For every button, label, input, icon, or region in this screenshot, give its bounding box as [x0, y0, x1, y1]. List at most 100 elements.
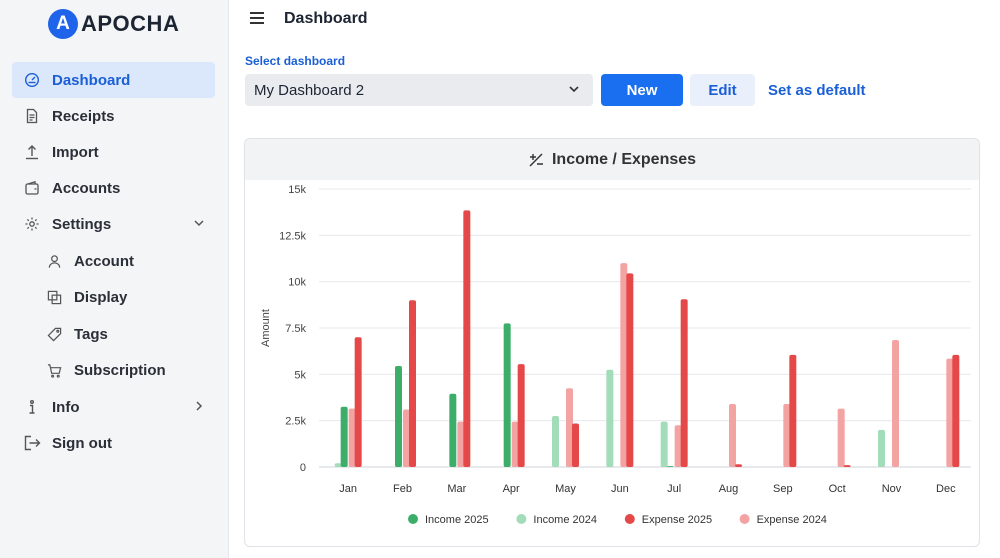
sidebar-item-label: Account [74, 252, 134, 270]
bar-expense-2025-jun [626, 273, 634, 467]
bar-expense-2024-oct [837, 408, 845, 467]
sidebar-item-label: Settings [52, 215, 112, 233]
logo-icon: A [48, 9, 78, 39]
sidebar-item-label: Sign out [52, 434, 112, 452]
chevron-right-icon [193, 400, 205, 415]
sidebar-item-tags[interactable]: Tags [12, 316, 215, 352]
bar-expense-2025-may [572, 423, 579, 467]
bar-income-2024-may [552, 416, 559, 467]
legend-marker-expense-2025 [624, 514, 635, 524]
bar-expense-2024-nov [892, 340, 899, 467]
x-tick-label: Dec [936, 483, 956, 495]
sidebar-item-display[interactable]: Display [12, 279, 215, 315]
legend-marker-expense-2024 [739, 514, 750, 524]
income-expenses-card: Income / Expenses 0 2.5k 5k 7.5k 10k 12.5k 15k… [244, 138, 980, 547]
bar-expense-2024-feb [403, 409, 410, 467]
legend-marker-income-2025 [408, 514, 418, 524]
sidebar-item-dashboard[interactable]: Dashboard [12, 62, 215, 98]
display-icon [34, 290, 74, 305]
bar-expense-2024-dec [946, 358, 954, 467]
x-tick-label: Jul [667, 483, 681, 495]
y-tick-label: 10k [288, 277, 306, 289]
bar-income-2024-jul [660, 421, 668, 467]
sidebar-item-label: Info [52, 398, 80, 416]
info-icon [12, 399, 52, 415]
dashboard-select-value: My Dashboard 2 [254, 81, 365, 99]
new-dashboard-button[interactable]: New [601, 74, 683, 106]
chevron-down-icon [567, 82, 581, 100]
bar-expense-2024-jan [348, 408, 356, 467]
bar-income-2024-jun [606, 369, 614, 467]
logo-text: APOCHA [81, 11, 180, 36]
bar-expense-2025-jan [354, 337, 362, 467]
sidebar-item-settings[interactable]: Settings [12, 206, 215, 242]
y-axis-label: Amount [260, 309, 272, 347]
bar-expense-2024-aug [729, 403, 736, 467]
x-tick-label: Oct [829, 483, 846, 495]
bar-expense-2025-aug [735, 464, 742, 467]
sidebar-item-account[interactable]: Account [12, 243, 215, 279]
edit-dashboard-button[interactable]: Edit [690, 74, 755, 106]
gear-icon [12, 216, 52, 232]
sidebar-item-label: Receipts [52, 107, 115, 125]
bar-income-2025-feb [395, 365, 402, 467]
bar-income-2025-jan [340, 406, 348, 467]
dashboard-select[interactable]: My Dashboard 2 [245, 74, 593, 106]
bar-expense-2025-jul [680, 299, 688, 467]
y-tick-label: 2.5k [285, 416, 306, 428]
app-logo[interactable]: A APOCHA [48, 9, 179, 39]
bar-expense-2024-jun [620, 263, 628, 467]
sidebar-item-label: Display [74, 288, 128, 306]
page-title: Dashboard [284, 10, 368, 27]
sidebar-item-subscription[interactable]: Subscription [12, 352, 215, 388]
bar-expense-2025-dec [952, 354, 960, 467]
legend-label-income-2025: Income 2025 [425, 514, 489, 526]
x-tick-label: Nov [882, 483, 902, 495]
tag-icon [34, 327, 74, 342]
bar-income-2025-mar [449, 393, 457, 467]
sidebar-item-import[interactable]: Import [12, 134, 215, 170]
bar-expense-2024-apr [511, 421, 519, 467]
bar-expense-2024-sep [783, 403, 791, 467]
bar-expense-2025-sep [789, 354, 797, 467]
x-tick-label: Aug [719, 483, 739, 495]
menu-icon[interactable] [250, 12, 264, 24]
bar-expense-2024-jul [674, 425, 682, 467]
user-icon [34, 254, 74, 269]
sign-out-icon [12, 435, 52, 451]
set-default-button[interactable]: Set as default [768, 74, 866, 106]
sidebar-item-receipts[interactable]: Receipts [12, 98, 215, 134]
bar-income-2025-jul [666, 466, 674, 467]
legend-label-income-2024: Income 2024 [533, 514, 597, 526]
top-bar: Dashboard [230, 0, 1000, 40]
x-tick-label: Jun [611, 483, 629, 495]
bar-expense-2024-mar [457, 421, 465, 467]
sidebar-item-label: Subscription [74, 361, 166, 379]
receipt-icon [12, 108, 52, 124]
sidebar-item-sign-out[interactable]: Sign out [12, 425, 215, 461]
y-tick-label: 5k [294, 369, 306, 381]
bar-income-2024-jan [334, 463, 342, 467]
legend-label-expense-2025: Expense 2025 [642, 514, 712, 526]
x-tick-label: Jan [339, 483, 357, 495]
sidebar-item-label: Accounts [52, 179, 121, 197]
legend-marker-income-2024 [516, 514, 527, 524]
sidebar-item-info[interactable]: Info [12, 389, 215, 425]
sidebar: A APOCHA Dashboard Receipts Import Accou… [0, 0, 229, 558]
income-expenses-chart: 0 2.5k 5k 7.5k 10k 12.5k 15k Amount Jan Feb Mar Apr… [260, 184, 971, 526]
bar-expense-2025-mar [463, 210, 471, 467]
chevron-down-icon [193, 217, 205, 232]
bar-income-2024-nov [878, 429, 885, 467]
bar-expense-2024-may [566, 388, 573, 467]
y-tick-label: 0 [300, 462, 306, 474]
bar-expense-2025-feb [409, 300, 416, 467]
cart-icon [34, 363, 74, 378]
sidebar-item-accounts[interactable]: Accounts [12, 170, 215, 206]
y-tick-label: 12.5k [279, 230, 306, 242]
x-tick-label: Sep [773, 483, 793, 495]
gauge-icon [12, 72, 52, 88]
y-tick-label: 15k [288, 184, 306, 196]
select-dashboard-label: Select dashboard [245, 54, 346, 68]
sidebar-item-label: Tags [74, 325, 108, 343]
bar-expense-2025-oct [843, 465, 851, 467]
